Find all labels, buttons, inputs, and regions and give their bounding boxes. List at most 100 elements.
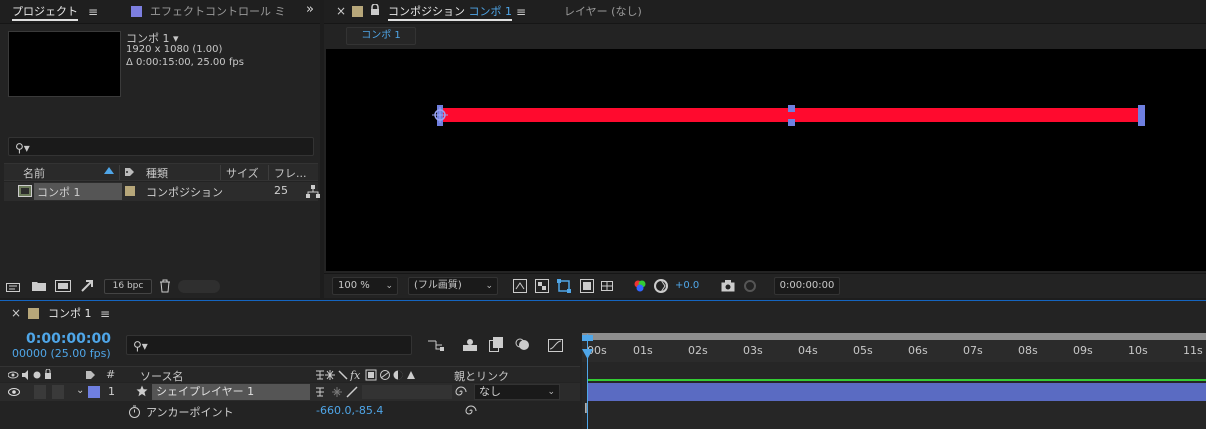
project-item-row[interactable]: コンポ 1 コンポジション 25 bbox=[4, 182, 320, 201]
pick-whip-icon[interactable] bbox=[454, 385, 468, 399]
composition-tabbar: × コンポジション コンポ 1 ≡ レイヤー (なし) bbox=[324, 0, 1206, 24]
expand-chevron-icon[interactable]: ⌄ bbox=[76, 385, 84, 396]
overflow-tabs-icon[interactable]: » bbox=[306, 2, 314, 17]
mask-path-visibility-icon[interactable] bbox=[557, 279, 571, 293]
close-icon[interactable]: × bbox=[336, 4, 346, 18]
current-time-display[interactable]: 0:00:00:00 bbox=[774, 277, 840, 295]
property-value[interactable]: -660.0,-85.4 bbox=[316, 404, 383, 417]
ruler-tick: 09s bbox=[1073, 344, 1093, 357]
resolution-select[interactable]: (フル画質) ⌄ bbox=[408, 277, 498, 295]
resolution-value: (フル画質) bbox=[414, 280, 462, 291]
new-folder-icon[interactable] bbox=[32, 280, 47, 292]
bounding-handle-right[interactable] bbox=[1138, 105, 1145, 126]
property-row[interactable]: アンカーポイント -660.0,-85.4 bbox=[0, 402, 580, 420]
thumbnail-size-slider[interactable] bbox=[178, 280, 220, 293]
item-name[interactable]: コンポ 1 bbox=[37, 184, 81, 200]
bounding-handle-top-center[interactable] bbox=[788, 105, 795, 112]
audio-switch[interactable] bbox=[34, 385, 46, 399]
av-switches-icons[interactable] bbox=[8, 369, 68, 381]
color-management-icon[interactable] bbox=[654, 279, 668, 293]
comp-breadcrumb[interactable]: コンポ 1 bbox=[346, 27, 416, 45]
tab-composition-label: コンポジション bbox=[388, 5, 465, 18]
fast-preview-icon[interactable] bbox=[513, 279, 527, 293]
shy-switch-icon[interactable] bbox=[314, 386, 326, 398]
col-parent-link[interactable]: 親とリンク bbox=[454, 368, 509, 384]
transparency-grid-icon[interactable] bbox=[535, 279, 549, 293]
frame-blending-icon[interactable] bbox=[489, 337, 503, 352]
layer-duration-bar[interactable] bbox=[588, 383, 1206, 401]
tab-layer[interactable]: レイヤー (なし) bbox=[564, 4, 642, 21]
playhead-handle[interactable] bbox=[582, 335, 593, 361]
collapse-switch-icon[interactable] bbox=[331, 386, 343, 398]
timeline-search-input[interactable]: ⚲▾ bbox=[126, 335, 412, 355]
video-eye-icon[interactable] bbox=[8, 387, 20, 397]
label-tag-icon[interactable] bbox=[124, 167, 135, 177]
timeline-current-time[interactable]: 0:00:00:00 bbox=[26, 331, 111, 347]
snapshot-camera-icon[interactable] bbox=[721, 279, 735, 293]
composition-icon bbox=[18, 185, 32, 197]
interpret-footage-icon[interactable] bbox=[6, 281, 22, 293]
show-snapshot-icon[interactable] bbox=[743, 279, 757, 293]
layer-label-color[interactable] bbox=[88, 386, 100, 398]
layer-row[interactable]: ⌄ 1 シェイプレイヤー 1 なし ⌄ bbox=[0, 383, 580, 401]
tab-timeline-comp[interactable]: コンポ 1 bbox=[48, 306, 92, 323]
shape-layer-star-icon bbox=[136, 385, 148, 397]
property-pick-whip-icon[interactable] bbox=[464, 404, 478, 418]
color-depth-button[interactable]: 16 bpc bbox=[104, 279, 152, 294]
stopwatch-icon[interactable] bbox=[128, 405, 141, 418]
close-icon[interactable]: × bbox=[11, 306, 21, 320]
panel-menu-icon[interactable]: ≡ bbox=[100, 307, 110, 321]
composition-mini-flowchart-icon[interactable] bbox=[428, 338, 444, 352]
new-composition-icon[interactable] bbox=[55, 280, 71, 292]
grid-guides-icon[interactable] bbox=[601, 279, 615, 293]
region-of-interest-icon[interactable] bbox=[580, 279, 594, 293]
col-frame-rate[interactable]: フレ... bbox=[274, 165, 307, 181]
tab-composition[interactable]: コンポジション コンポ 1 bbox=[388, 4, 512, 21]
exposure-value[interactable]: +0.0 bbox=[675, 280, 699, 291]
motion-blur-icon[interactable] bbox=[515, 337, 530, 352]
col-type[interactable]: 種類 bbox=[146, 165, 168, 181]
label-color-swatch[interactable] bbox=[125, 186, 135, 196]
ruler-tick: 01s bbox=[633, 344, 653, 357]
layer-name[interactable]: シェイプレイヤー 1 bbox=[152, 384, 310, 400]
ruler-tick: 02s bbox=[688, 344, 708, 357]
work-area-bar[interactable] bbox=[582, 333, 1206, 340]
composition-viewer[interactable] bbox=[326, 49, 1206, 271]
tab-effect-controls[interactable]: エフェクトコントロール ミ bbox=[150, 4, 286, 21]
quality-switch-icon[interactable] bbox=[345, 385, 359, 399]
tab-project[interactable]: プロジェクト bbox=[12, 4, 78, 21]
project-column-header: 名前 種類 サイズ フレ... bbox=[4, 163, 318, 181]
flowchart-icon[interactable] bbox=[306, 185, 320, 198]
label-tag-icon[interactable] bbox=[85, 370, 96, 380]
comp-thumbnail bbox=[8, 31, 121, 97]
sort-ascending-icon[interactable] bbox=[104, 167, 114, 174]
col-name[interactable]: 名前 bbox=[23, 165, 45, 181]
ruler-tick: 08s bbox=[1018, 344, 1038, 357]
lock-icon[interactable] bbox=[370, 4, 380, 16]
bounding-handle-bottom-center[interactable] bbox=[788, 119, 795, 126]
time-ruler[interactable]: 00s 01s 02s 03s 04s 05s 06s 07s 08s 09s … bbox=[582, 333, 1206, 363]
layer-duration-line bbox=[588, 379, 1206, 381]
panel-menu-icon[interactable]: ≡ bbox=[516, 5, 526, 19]
panel-menu-icon[interactable]: ≡ bbox=[88, 5, 98, 19]
trash-icon[interactable] bbox=[159, 279, 171, 293]
render-queue-icon[interactable] bbox=[80, 279, 94, 293]
parent-select[interactable]: なし ⌄ bbox=[474, 384, 560, 400]
svg-text:fx: fx bbox=[349, 369, 361, 381]
col-source-name[interactable]: ソース名 bbox=[140, 368, 183, 384]
project-search-input[interactable]: ⚲▾ bbox=[8, 137, 314, 156]
zoom-value: 100 % bbox=[338, 280, 370, 291]
zoom-select[interactable]: 100 % ⌄ bbox=[332, 277, 398, 295]
col-size[interactable]: サイズ bbox=[226, 165, 259, 181]
tab-composition-name: コンポ 1 bbox=[468, 5, 513, 18]
shy-layers-icon[interactable] bbox=[462, 337, 478, 352]
comp-color-swatch bbox=[28, 308, 39, 319]
layer-switches-icons[interactable]: fx bbox=[314, 369, 452, 381]
viewer-toolbar: 100 % ⌄ (フル画質) ⌄ +0.0 0:00:00:00 bbox=[324, 273, 1206, 297]
color-channels-icon[interactable] bbox=[633, 279, 647, 293]
layer-switch-slots[interactable] bbox=[362, 385, 452, 399]
item-fps: 25 bbox=[274, 184, 288, 197]
graph-editor-icon[interactable] bbox=[548, 337, 564, 352]
solo-switch[interactable] bbox=[52, 385, 64, 399]
viewer-canvas bbox=[432, 105, 1145, 126]
